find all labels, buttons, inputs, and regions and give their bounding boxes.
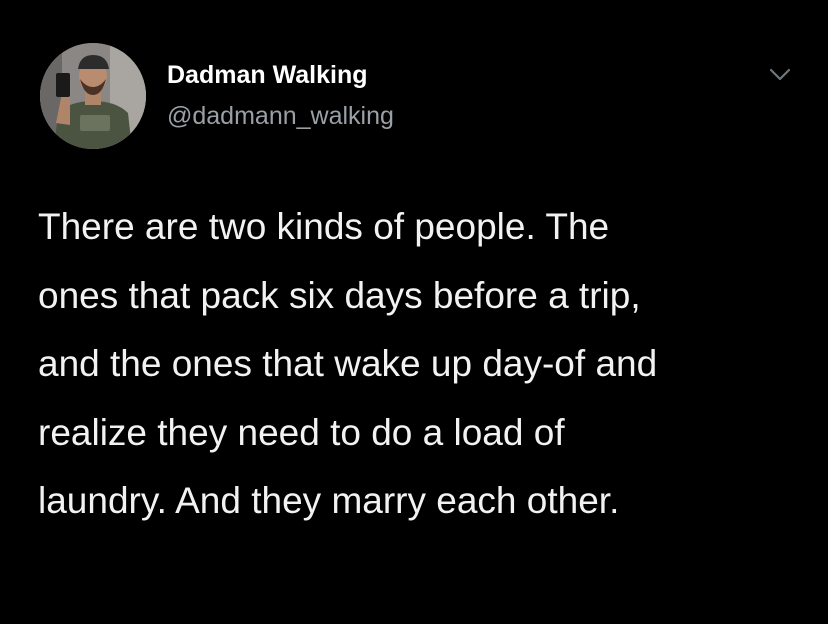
tweet-card: Dadman Walking @dadmann_walking There ar… [0,0,828,624]
avatar[interactable] [40,43,146,149]
tweet-text: There are two kinds of people. The ones … [38,193,798,536]
tweet-text-line: and the ones that wake up day-of and [38,343,658,384]
tweet-text-line: ones that pack six days before a trip, [38,274,641,316]
author-handle[interactable]: @dadmann_walking [167,101,394,131]
tweet-text-line: laundry. And they marry each other. [38,480,620,521]
chevron-down-icon[interactable] [765,63,795,87]
tweet-text-line: realize they need to do a load of [38,411,565,453]
author-display-name[interactable]: Dadman Walking [167,60,368,90]
tweet-text-line: There are two kinds of people. The [38,206,610,247]
profile-photo-icon [40,43,146,149]
